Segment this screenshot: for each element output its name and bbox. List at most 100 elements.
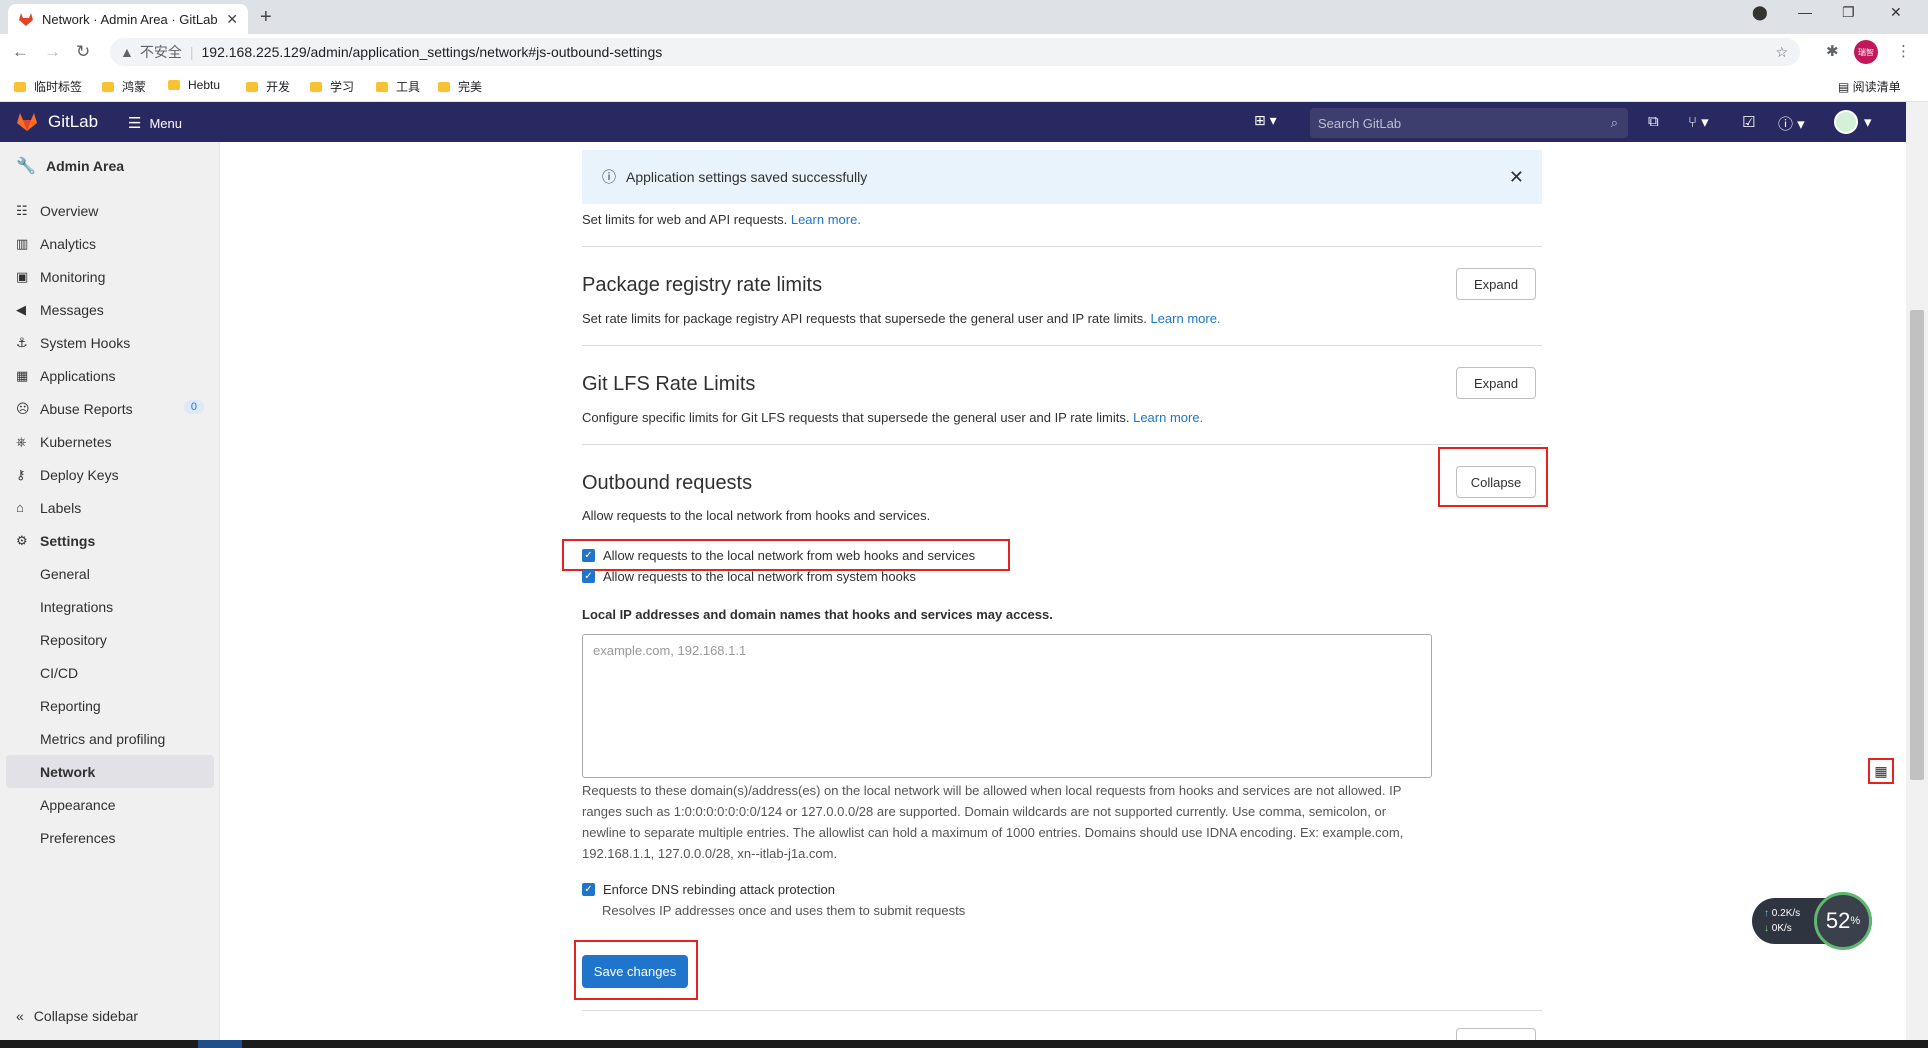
sidebar-item-deploy-keys[interactable]: ⚷ Deploy Keys [0,458,220,491]
browser-profile-avatar[interactable]: 瑞智 [1854,40,1878,64]
label-icon: ⌂ [16,500,24,515]
todos-icon[interactable]: ☑ [1742,113,1755,131]
bookmark-folder[interactable]: 鸿蒙 [102,78,146,95]
sidebar-item-analytics[interactable]: ▥ Analytics [0,227,220,260]
expand-button[interactable]: Expand [1456,268,1536,300]
scrollbar-thumb[interactable] [1910,310,1924,780]
back-icon[interactable]: ← [12,42,29,62]
user-menu-chevron-icon[interactable]: ▾ [1864,113,1872,131]
menu-button[interactable]: ☰ Menu [128,114,182,132]
maximize-icon[interactable]: ❐ [1842,4,1855,21]
gitlab-brand: GitLab [48,112,99,131]
issues-icon[interactable]: ⧉ [1648,113,1659,130]
checkbox-checked-icon: ✓ [582,883,595,896]
gitlab-favicon-icon [19,13,33,26]
bookmark-label: Hebtu [188,78,221,92]
sidebar-item-label: Deploy Keys [40,466,119,483]
help-icon[interactable]: ⓘ ▾ [1778,113,1805,134]
sidebar-subitem-cicd[interactable]: CI/CD [0,656,220,689]
folder-icon [102,81,114,92]
bookmark-folder[interactable]: Hebtu [168,78,220,92]
rate-unit: K/s [1777,923,1792,934]
abuse-count-badge: 0 [183,400,204,414]
sidebar-subitem-metrics[interactable]: Metrics and profiling [0,722,220,755]
upload-arrow-icon: ↑ [1764,908,1772,919]
search-placeholder: Search GitLab [1318,115,1402,131]
sidebar-subitem-reporting[interactable]: Reporting [0,689,220,722]
sidebar-item-label: Abuse Reports [40,400,133,417]
qr-code-icon[interactable]: ▦ [1868,758,1894,784]
sidebar-item-label: Applications [40,367,116,384]
browser-tab-bar: Network · Admin Area · GitLab ✕ + ⬤ — ❐ … [0,0,1928,34]
close-window-icon[interactable]: ✕ [1890,4,1902,21]
profile-menu-icon[interactable]: ⬤ [1752,4,1768,21]
search-input[interactable]: Search GitLab ⌕ [1310,108,1628,138]
merge-requests-icon[interactable]: ⑂ ▾ [1688,113,1709,131]
sidebar-subitem-label: General [40,565,90,582]
close-icon[interactable]: ✕ [1509,167,1524,188]
dns-rebinding-checkbox[interactable]: ✓ Enforce DNS rebinding attack protection [582,882,835,897]
bookmark-folder[interactable]: 学习 [310,78,354,95]
extensions-icon[interactable]: ✱ [1826,42,1839,60]
learn-more-link[interactable]: Learn more. [1133,410,1203,425]
sidebar-item-overview[interactable]: ☷ Overview [0,194,220,227]
section-desc: Configure specific limits for Git LFS re… [582,410,1203,425]
sidebar-item-abuse-reports[interactable]: ☹ Abuse Reports 0 [0,392,220,425]
gitlab-home-link[interactable]: GitLab [16,112,98,132]
new-item-dropdown-icon[interactable]: ⊞ ▾ [1254,112,1277,129]
sidebar-item-applications[interactable]: ▦ Applications [0,359,220,392]
tab-close-icon[interactable]: ✕ [226,11,238,28]
sidebar-subitem-general[interactable]: General [0,557,220,590]
sidebar-subitem-network[interactable]: Network [6,755,214,788]
collapse-sidebar-button[interactable]: « Collapse sidebar [16,1008,138,1024]
bookmark-folder[interactable]: 完美 [438,78,482,95]
sidebar-item-label: Settings [40,532,96,549]
sidebar-subitem-integrations[interactable]: Integrations [0,590,220,623]
learn-more-link[interactable]: Learn more. [791,212,861,227]
bookmark-folder[interactable]: 临时标签 [14,78,82,95]
sidebar-item-settings[interactable]: ⚙ Settings [0,524,220,557]
browser-menu-icon[interactable]: ⋮ [1896,42,1911,60]
browser-tab[interactable]: Network · Admin Area · GitLab ✕ [8,4,248,34]
section-desc-text: Configure specific limits for Git LFS re… [582,410,1130,425]
bookmark-folder[interactable]: 工具 [376,78,420,95]
sidebar-subitem-appearance[interactable]: Appearance [0,788,220,821]
sidebar-subitem-preferences[interactable]: Preferences [0,821,220,854]
percent-unit: % [1850,915,1861,927]
user-avatar[interactable] [1834,110,1858,134]
bookmark-folder[interactable]: 开发 [246,78,290,95]
section-title: Outbound requests [582,472,753,494]
learn-more-link[interactable]: Learn more. [1150,311,1220,326]
taskbar-active-app[interactable] [198,1040,242,1048]
download-arrow-icon: ↓ [1764,923,1772,934]
divider [582,246,1542,247]
sidebar-item-monitoring[interactable]: ▣ Monitoring [0,260,220,293]
minimize-icon[interactable]: — [1798,4,1812,20]
menu-label: Menu [149,115,182,131]
sidebar-subitem-repository[interactable]: Repository [0,623,220,656]
sidebar-item-messages[interactable]: ◀ Messages [0,293,220,326]
bookmark-label: 临时标签 [34,80,83,94]
omnibox[interactable]: ▲ 不安全 | 192.168.225.129/admin/applicatio… [110,38,1800,66]
new-tab-icon[interactable]: + [260,6,272,29]
sidebar-subitem-label: CI/CD [40,664,79,681]
next-section-button[interactable] [1456,1028,1536,1040]
gitlab-top-nav: GitLab ☰ Menu ⊞ ▾ Search GitLab ⌕ ⧉ ⑂ ▾ … [0,102,1906,142]
sidebar-item-system-hooks[interactable]: ⚓ System Hooks [0,326,220,359]
forward-icon[interactable]: → [44,42,61,62]
expand-button[interactable]: Expand [1456,367,1536,399]
success-alert: ⓘ Application settings saved successfull… [582,150,1542,204]
sidebar-subitem-label: Network [40,763,96,780]
sidebar-item-labels[interactable]: ⌂ Labels [0,491,220,524]
network-speed-widget[interactable]: ↑ 0.2K/s ↓ 0K/s 52% [1752,892,1872,950]
sidebar-title[interactable]: 🔧 Admin Area [16,156,124,176]
messages-icon: ◀ [16,301,26,317]
reading-list[interactable]: ▤ 阅读清单 [1838,78,1901,95]
allowlist-textarea[interactable]: example.com, 192.168.1.1 [582,634,1432,778]
bookmark-star-icon[interactable]: ☆ [1775,44,1788,61]
sidebar-item-label: Analytics [40,235,97,252]
systemhooks-checkbox[interactable]: ✓ Allow requests to the local network fro… [582,569,916,584]
sidebar-subitem-label: Reporting [40,697,101,714]
reload-icon[interactable]: ↻ [76,42,90,62]
sidebar-item-kubernetes[interactable]: ⎈ Kubernetes [0,425,220,458]
